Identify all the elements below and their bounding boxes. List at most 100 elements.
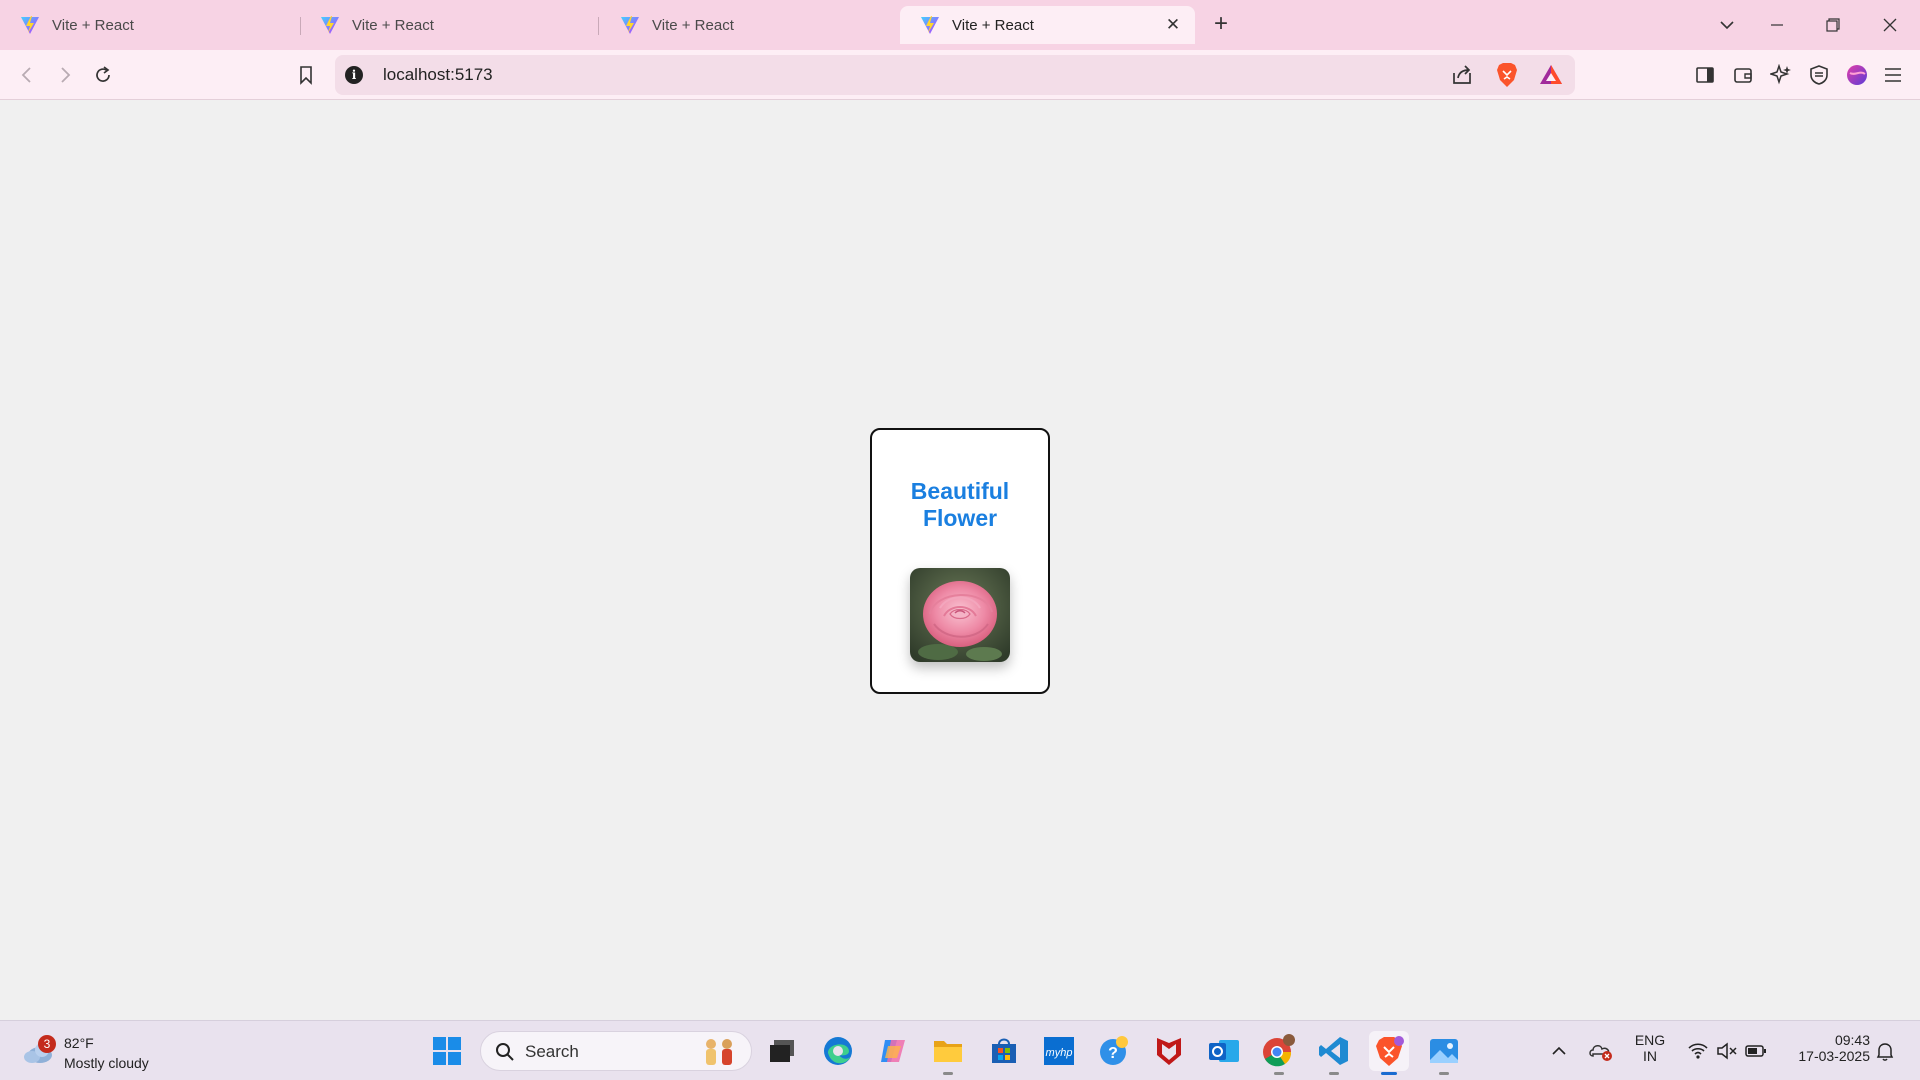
profile-avatar[interactable] (1842, 60, 1872, 90)
vite-icon (621, 16, 639, 34)
outlook-icon (1209, 1040, 1239, 1062)
chrome-app[interactable] (1259, 1031, 1299, 1075)
show-hidden-icons-button[interactable] (1542, 1031, 1576, 1071)
vpn-shield-icon[interactable] (1804, 60, 1834, 90)
tab-search-chevron-icon[interactable] (1712, 10, 1742, 40)
running-indicator (1274, 1072, 1284, 1075)
clock-time: 09:43 (1834, 1032, 1870, 1048)
running-indicator (943, 1072, 953, 1075)
running-indicator (1439, 1072, 1449, 1075)
url-text[interactable]: localhost:5173 (383, 65, 493, 85)
myhp-app[interactable]: myhp (1039, 1031, 1079, 1071)
vite-icon (21, 16, 39, 34)
browser-toolbar: i localhost:5173 (0, 50, 1920, 100)
vscode-app[interactable] (1314, 1031, 1354, 1075)
notifications-button[interactable] (1868, 1031, 1902, 1071)
edge-app[interactable] (818, 1031, 858, 1071)
help-icon: ? (1100, 1036, 1128, 1065)
onedrive-error-icon (1589, 1045, 1612, 1061)
mcafee-shield-icon (1157, 1038, 1181, 1065)
address-bar[interactable]: i localhost:5173 (335, 55, 1575, 95)
sidebar-toggle-icon[interactable] (1690, 60, 1720, 90)
search-placeholder: Search (525, 1042, 579, 1061)
close-window-button[interactable] (1875, 10, 1905, 40)
windows-taskbar: 3 82°F Mostly cloudy Search myhp ? ENG I… (0, 1020, 1920, 1080)
running-indicator (1329, 1072, 1339, 1075)
outlook-app[interactable] (1204, 1031, 1244, 1071)
weather-badge: 3 (38, 1035, 56, 1053)
chevron-up-icon (1552, 1046, 1566, 1055)
language-indicator[interactable]: ENG IN (1630, 1032, 1670, 1064)
close-tab-icon[interactable]: ✕ (1163, 15, 1183, 35)
browser-tab-active[interactable]: Vite + React ✕ (900, 6, 1195, 44)
menu-icon[interactable] (1878, 60, 1908, 90)
tab-title: Vite + React (952, 16, 1034, 34)
reload-button[interactable] (88, 60, 118, 90)
bell-icon (1876, 1043, 1894, 1061)
photos-app[interactable] (1424, 1031, 1464, 1075)
myhp-icon: myhp (1044, 1037, 1074, 1065)
tab-title: Vite + React (652, 16, 734, 34)
folder-icon (934, 1041, 962, 1062)
site-info-icon[interactable]: i (345, 66, 363, 84)
leo-ai-icon[interactable] (1766, 60, 1796, 90)
restore-button[interactable] (1818, 10, 1848, 40)
weather-temperature: 82°F (64, 1035, 94, 1051)
onedrive-tray[interactable] (1584, 1031, 1618, 1071)
task-view-button[interactable] (762, 1031, 802, 1071)
taskbar-search[interactable]: Search (480, 1031, 752, 1071)
photos-icon (1430, 1039, 1458, 1063)
running-indicator-active (1381, 1072, 1397, 1075)
help-app[interactable]: ? (1094, 1031, 1134, 1071)
brave-rewards-icon[interactable] (1538, 63, 1564, 87)
vite-icon (321, 16, 339, 34)
tab-strip: Vite + React Vite + React Vite + React V… (0, 0, 1920, 50)
vite-icon (921, 16, 939, 34)
edge-icon (824, 1037, 852, 1065)
weather-widget[interactable]: 3 82°F Mostly cloudy (20, 1029, 180, 1073)
start-button[interactable] (427, 1031, 467, 1071)
microsoft-store-app[interactable] (984, 1031, 1024, 1071)
search-highlight-icon (706, 1039, 732, 1065)
flower-card: Beautiful Flower (870, 428, 1050, 694)
browser-tab[interactable]: Vite + React (0, 6, 295, 44)
back-button[interactable] (12, 60, 42, 90)
brave-app-active[interactable] (1369, 1031, 1409, 1075)
store-icon (992, 1038, 1016, 1063)
rose-image (910, 568, 1010, 662)
tab-separator (598, 17, 599, 35)
vscode-icon (1319, 1037, 1348, 1065)
weather-condition: Mostly cloudy (64, 1055, 149, 1071)
brave-icon (1376, 1036, 1404, 1066)
windows-logo-icon (433, 1037, 461, 1065)
svg-text:?: ? (1108, 1045, 1118, 1062)
clock[interactable]: 09:43 17-03-2025 (1780, 1032, 1870, 1064)
battery-icon (1745, 1045, 1766, 1057)
tab-title: Vite + React (52, 16, 134, 34)
wifi-icon (1688, 1043, 1708, 1059)
share-icon[interactable] (1450, 63, 1474, 87)
file-explorer-app[interactable] (928, 1031, 968, 1075)
minimize-button[interactable] (1762, 10, 1792, 40)
mcafee-app[interactable] (1149, 1031, 1189, 1071)
volume-muted-icon (1717, 1042, 1737, 1060)
chrome-icon (1263, 1034, 1295, 1067)
task-view-icon (770, 1040, 794, 1062)
browser-tab[interactable]: Vite + React (600, 6, 895, 44)
clock-date: 17-03-2025 (1798, 1048, 1870, 1064)
card-title: Beautiful Flower (910, 478, 1010, 531)
battery-tray[interactable] (1739, 1031, 1773, 1071)
svg-text:myhp: myhp (1046, 1047, 1073, 1059)
tab-title: Vite + React (352, 16, 434, 34)
bookmark-button[interactable] (291, 60, 321, 90)
wallet-icon[interactable] (1728, 60, 1758, 90)
new-tab-button[interactable]: + (1208, 12, 1234, 38)
brave-shields-icon[interactable] (1495, 62, 1519, 88)
browser-tab[interactable]: Vite + React (300, 6, 595, 44)
forward-button[interactable] (50, 60, 80, 90)
search-icon (496, 1043, 514, 1061)
language-region: IN (1643, 1048, 1657, 1064)
copilot-app[interactable] (873, 1031, 913, 1071)
copilot-icon (881, 1040, 905, 1062)
language-code: ENG (1634, 1032, 1666, 1048)
